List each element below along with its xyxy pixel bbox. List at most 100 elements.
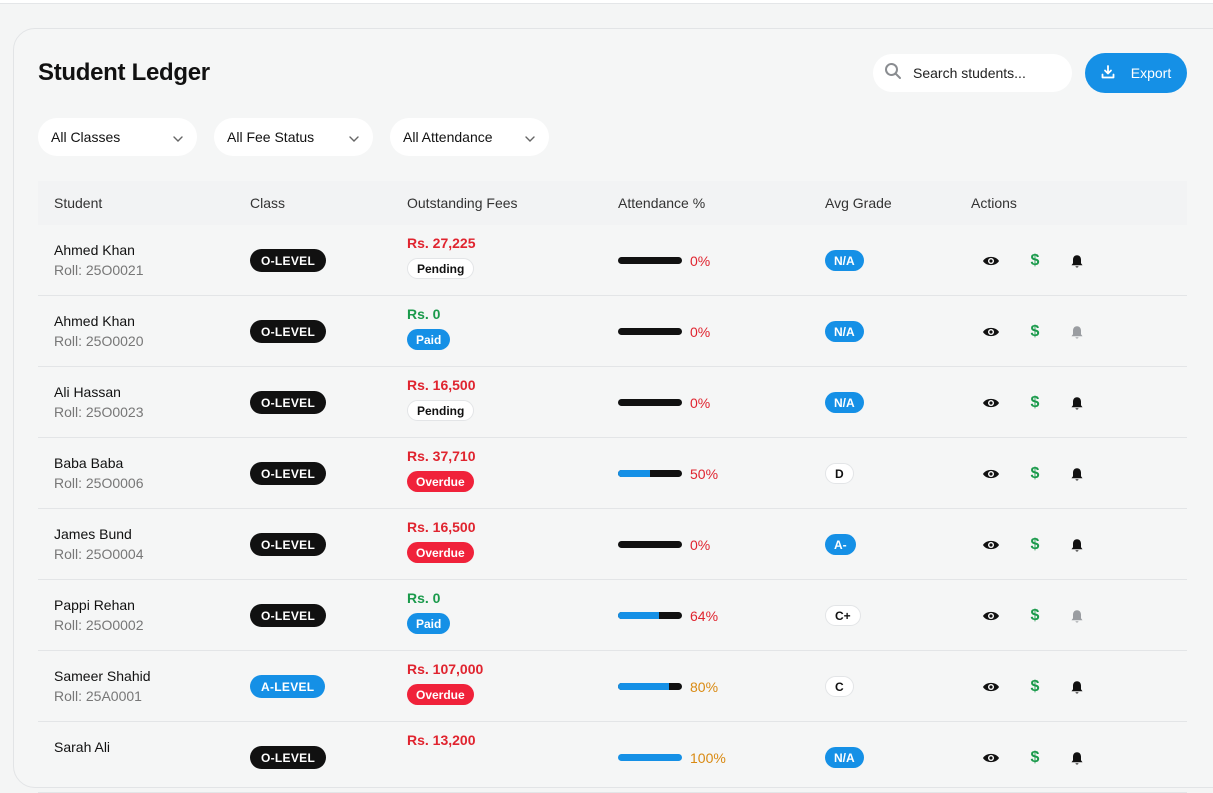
- grade-badge: N/A: [825, 747, 864, 768]
- dollar-icon[interactable]: $: [1025, 535, 1045, 555]
- bell-icon[interactable]: [1067, 464, 1087, 484]
- outstanding-fee: Rs. 16,500: [407, 377, 476, 393]
- attendance-bar-fill: [618, 683, 670, 690]
- dollar-icon[interactable]: $: [1025, 251, 1045, 271]
- eye-icon[interactable]: [981, 748, 1001, 768]
- bell-icon[interactable]: [1067, 251, 1087, 271]
- dollar-icon[interactable]: $: [1025, 677, 1045, 697]
- fee-status-badge: Overdue: [407, 684, 474, 705]
- attendance-percent: 50%: [690, 466, 719, 482]
- attendance-filter-label: All Attendance: [403, 129, 493, 145]
- table-row: Pappi Rehan Roll: 25O0002 O-LEVEL Rs. 0 Paid…: [38, 580, 1187, 651]
- student-name: Pappi Rehan: [54, 597, 135, 613]
- bell-icon[interactable]: [1067, 393, 1087, 413]
- table-row: Ahmed Khan Roll: 25O0021 O-LEVEL Rs. 27,225…: [38, 225, 1187, 296]
- eye-icon[interactable]: [981, 677, 1001, 697]
- outstanding-fee: Rs. 0: [407, 590, 441, 606]
- attendance-percent: 0%: [690, 537, 711, 553]
- attendance-percent: 0%: [690, 395, 711, 411]
- attendance-percent: 64%: [690, 608, 719, 624]
- grade-badge: A-: [825, 534, 856, 555]
- outstanding-fee: Rs. 13,200: [407, 732, 476, 748]
- column-header-class: Class: [250, 195, 286, 211]
- student-roll: Roll: 25A0001: [54, 688, 142, 704]
- attendance-filter[interactable]: All Attendance: [390, 118, 549, 156]
- eye-icon[interactable]: [981, 464, 1001, 484]
- outstanding-fee: Rs. 107,000: [407, 661, 484, 677]
- search-input[interactable]: [913, 65, 1063, 81]
- table-row: Ahmed Khan Roll: 25O0020 O-LEVEL Rs. 0 Paid 0…: [38, 296, 1187, 367]
- student-name: Ahmed Khan: [54, 313, 135, 329]
- top-bar: [0, 0, 1213, 4]
- outstanding-fee: Rs. 37,710: [407, 448, 476, 464]
- class-badge: A-LEVEL: [250, 675, 326, 698]
- attendance-bar-fill: [618, 754, 682, 761]
- grade-badge: C: [825, 676, 854, 697]
- class-badge: O-LEVEL: [250, 462, 327, 485]
- attendance-bar: [618, 257, 682, 264]
- outstanding-fee: Rs. 16,500: [407, 519, 476, 535]
- export-label: Export: [1130, 65, 1172, 81]
- download-icon: [1101, 64, 1115, 82]
- dollar-icon[interactable]: $: [1025, 322, 1045, 342]
- bell-icon: [1067, 322, 1087, 342]
- table-row: Sarah Ali O-LEVEL Rs. 13,200 100% N/A $: [38, 722, 1187, 793]
- column-header-attendance: Attendance %: [618, 195, 706, 211]
- student-name: Baba Baba: [54, 455, 124, 471]
- attendance-bar: [618, 683, 682, 690]
- class-filter-label: All Classes: [51, 129, 121, 145]
- class-badge: O-LEVEL: [250, 604, 327, 627]
- eye-icon[interactable]: [981, 535, 1001, 555]
- class-filter[interactable]: All Classes: [38, 118, 197, 156]
- fee-status-filter[interactable]: All Fee Status: [214, 118, 373, 156]
- student-roll: Roll: 25O0023: [54, 404, 144, 420]
- student-roll: Roll: 25O0006: [54, 475, 144, 491]
- table-row: James Bund Roll: 25O0004 O-LEVEL Rs. 16,500…: [38, 509, 1187, 580]
- student-roll: Roll: 25O0002: [54, 617, 144, 633]
- column-header-student: Student: [54, 195, 103, 211]
- attendance-bar: [618, 470, 682, 477]
- grade-badge: N/A: [825, 392, 864, 413]
- attendance-percent: 80%: [690, 679, 719, 695]
- dollar-icon[interactable]: $: [1025, 464, 1045, 484]
- dollar-icon[interactable]: $: [1025, 606, 1045, 626]
- eye-icon[interactable]: [981, 606, 1001, 626]
- bell-icon[interactable]: [1067, 535, 1087, 555]
- student-roll: Roll: 25O0004: [54, 546, 144, 562]
- attendance-percent: 100%: [690, 750, 726, 766]
- attendance-percent: 0%: [690, 324, 711, 340]
- column-header-grade: Avg Grade: [825, 195, 892, 211]
- eye-icon[interactable]: [981, 393, 1001, 413]
- eye-icon[interactable]: [981, 322, 1001, 342]
- chevron-down-icon: [525, 129, 535, 145]
- student-roll: Roll: 25O0021: [54, 262, 144, 278]
- grade-badge: N/A: [825, 250, 864, 271]
- fee-status-badge: Pending: [407, 400, 475, 421]
- column-header-actions: Actions: [971, 195, 1017, 211]
- grade-badge: D: [825, 463, 854, 484]
- page-title: Student Ledger: [38, 59, 210, 86]
- class-badge: O-LEVEL: [250, 746, 327, 769]
- fee-status-badge: Pending: [407, 258, 475, 279]
- eye-icon[interactable]: [981, 251, 1001, 271]
- bell-icon[interactable]: [1067, 748, 1087, 768]
- attendance-bar: [618, 754, 682, 761]
- fee-status-filter-label: All Fee Status: [227, 129, 315, 145]
- fee-status-badge: Overdue: [407, 471, 474, 492]
- grade-badge: C+: [825, 605, 861, 626]
- bell-icon: [1067, 606, 1087, 626]
- table-row: Ali Hassan Roll: 25O0023 O-LEVEL Rs. 16,500…: [38, 367, 1187, 438]
- dollar-icon[interactable]: $: [1025, 748, 1045, 768]
- attendance-bar: [618, 612, 682, 619]
- student-name: James Bund: [54, 526, 132, 542]
- attendance-bar: [618, 399, 682, 406]
- bell-icon[interactable]: [1067, 677, 1087, 697]
- attendance-bar-fill: [618, 612, 659, 619]
- dollar-icon[interactable]: $: [1025, 393, 1045, 413]
- attendance-bar: [618, 541, 682, 548]
- chevron-down-icon: [349, 129, 359, 145]
- outstanding-fee: Rs. 27,225: [407, 235, 476, 251]
- attendance-bar-fill: [618, 470, 650, 477]
- search-box[interactable]: [873, 54, 1072, 92]
- export-button[interactable]: Export: [1085, 53, 1187, 93]
